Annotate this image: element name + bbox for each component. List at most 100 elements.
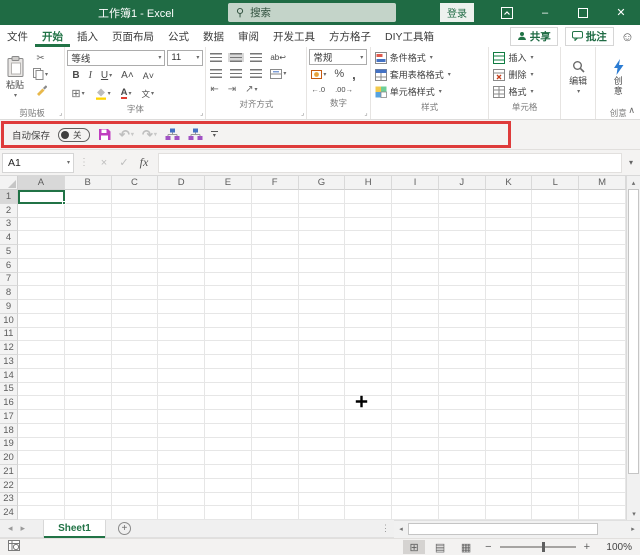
cell-E4[interactable] <box>205 231 252 245</box>
fill-color-button[interactable]: ▾ <box>93 88 113 100</box>
cell-A10[interactable] <box>18 313 65 328</box>
cell-B24[interactable] <box>64 506 112 520</box>
cell-H11[interactable] <box>345 327 393 342</box>
cell-J10[interactable] <box>438 313 486 328</box>
cell-G23[interactable] <box>298 492 346 507</box>
cell-J8[interactable] <box>438 286 486 300</box>
number-format-combo[interactable]: 常规 ▾ <box>309 49 368 65</box>
select-all-corner[interactable] <box>0 176 18 190</box>
cell-H5[interactable] <box>345 245 393 259</box>
cell-H23[interactable] <box>345 492 393 507</box>
row-header-21[interactable]: 21 <box>0 465 18 479</box>
cell-D18[interactable] <box>158 423 206 438</box>
cell-E21[interactable] <box>205 465 252 479</box>
cell-G8[interactable] <box>298 286 346 300</box>
cell-G6[interactable] <box>298 258 346 273</box>
cell-M19[interactable] <box>579 437 626 452</box>
cell-L4[interactable] <box>532 231 580 245</box>
scroll-down-arrow[interactable]: ▾ <box>627 507 640 520</box>
cell-H24[interactable] <box>345 506 393 520</box>
comma-style-button[interactable]: , <box>350 67 358 82</box>
cell-F8[interactable] <box>251 286 299 300</box>
cell-L8[interactable] <box>532 286 580 300</box>
cell-D2[interactable] <box>158 203 206 218</box>
cell-F10[interactable] <box>251 313 299 328</box>
cell-B12[interactable] <box>64 341 112 355</box>
cell-C6[interactable] <box>111 258 159 273</box>
cell-A6[interactable] <box>18 258 65 273</box>
column-header-I[interactable]: I <box>392 176 439 190</box>
cell-J22[interactable] <box>438 478 486 493</box>
customize-qat-button[interactable]: ▾ <box>210 130 218 139</box>
cell-C8[interactable] <box>111 286 159 300</box>
row-header-14[interactable]: 14 <box>0 368 18 383</box>
cell-M4[interactable] <box>579 231 626 245</box>
cell-C7[interactable] <box>111 272 159 287</box>
row-header-6[interactable]: 6 <box>0 258 18 273</box>
cell-D12[interactable] <box>158 341 206 355</box>
row-header-20[interactable]: 20 <box>0 451 18 465</box>
cell-F5[interactable] <box>251 245 299 259</box>
cell-H17[interactable] <box>345 410 393 424</box>
cell-F9[interactable] <box>251 300 299 314</box>
row-header-3[interactable]: 3 <box>0 217 18 232</box>
cell-I12[interactable] <box>392 341 439 355</box>
cell-J23[interactable] <box>438 492 486 507</box>
cell-I13[interactable] <box>392 355 439 369</box>
cell-E12[interactable] <box>205 341 252 355</box>
cell-E13[interactable] <box>205 355 252 369</box>
column-header-F[interactable]: F <box>251 176 299 190</box>
cell-M5[interactable] <box>579 245 626 259</box>
column-header-C[interactable]: C <box>111 176 159 190</box>
cell-A19[interactable] <box>18 437 65 452</box>
borders-button[interactable]: ⊞ ▾ <box>69 87 86 100</box>
cell-M6[interactable] <box>579 258 626 273</box>
conditional-formatting-button[interactable]: 条件格式 ▾ <box>373 49 487 66</box>
cell-J2[interactable] <box>438 203 486 218</box>
cell-D16[interactable] <box>158 396 206 410</box>
cell-G13[interactable] <box>298 355 346 369</box>
cell-L12[interactable] <box>532 341 580 355</box>
cell-M10[interactable] <box>579 313 626 328</box>
increase-decimal-button[interactable]: ←.0 <box>309 85 327 94</box>
row-header-1[interactable]: 1 <box>0 190 18 204</box>
align-right-button[interactable] <box>248 69 264 78</box>
autosave-toggle[interactable]: 关 <box>58 127 91 142</box>
expand-formula-bar-button[interactable]: ▾ <box>622 158 640 167</box>
cell-G15[interactable] <box>298 382 346 397</box>
cell-L24[interactable] <box>532 506 580 520</box>
cell-L21[interactable] <box>532 465 580 479</box>
cell-I6[interactable] <box>392 258 439 273</box>
cell-K20[interactable] <box>485 451 533 465</box>
row-header-11[interactable]: 11 <box>0 327 18 342</box>
ribbon-tab-2[interactable]: 插入 <box>70 25 105 47</box>
font-family-combo[interactable]: 等线 ▾ <box>67 49 166 66</box>
name-box[interactable]: A1 ▾ <box>2 152 74 173</box>
cell-G4[interactable] <box>298 231 346 245</box>
cell-I15[interactable] <box>392 382 439 397</box>
save-button[interactable] <box>98 128 111 141</box>
cell-D23[interactable] <box>158 492 206 507</box>
cell-I1[interactable] <box>392 190 439 204</box>
cell-G22[interactable] <box>298 478 346 493</box>
percent-style-button[interactable]: % <box>332 68 346 80</box>
cell-C3[interactable] <box>111 217 159 232</box>
cell-I23[interactable] <box>392 492 439 507</box>
cell-F20[interactable] <box>251 451 299 465</box>
cell-C20[interactable] <box>111 451 159 465</box>
undo-button[interactable]: ↶ ▾ <box>119 127 134 143</box>
cell-E3[interactable] <box>205 217 252 232</box>
cell-J3[interactable] <box>438 217 486 232</box>
cut-button[interactable]: ✂ <box>31 51 50 65</box>
align-middle-button[interactable] <box>228 53 245 62</box>
cell-J14[interactable] <box>438 368 486 383</box>
zoom-slider[interactable] <box>499 542 576 553</box>
cell-K8[interactable] <box>485 286 533 300</box>
cell-C17[interactable] <box>111 410 159 424</box>
orientation-button[interactable]: ↗ ▾ <box>243 84 259 95</box>
cell-F7[interactable] <box>251 272 299 287</box>
redo-button[interactable]: ↷ ▾ <box>142 127 157 143</box>
cell-D20[interactable] <box>158 451 206 465</box>
cell-B15[interactable] <box>64 382 112 397</box>
column-header-H[interactable]: H <box>345 176 393 190</box>
